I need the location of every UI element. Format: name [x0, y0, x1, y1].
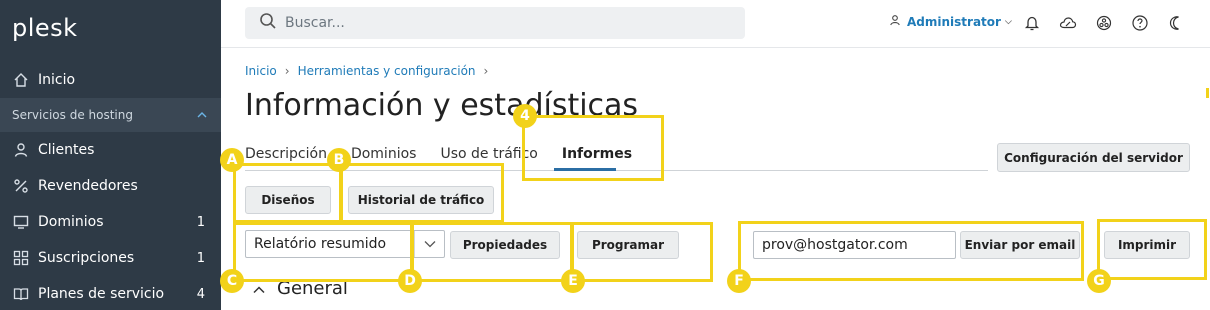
annotation-badge-f: F: [727, 269, 751, 293]
home-icon: [12, 71, 30, 89]
server-config-button[interactable]: Configuración del servidor: [997, 143, 1190, 172]
search-input[interactable]: Buscar...: [245, 7, 745, 39]
annotation-badge-g: G: [1087, 269, 1111, 293]
sidebar-item-revendedores[interactable]: Revendedores: [0, 168, 221, 204]
annotation-box-a: [233, 163, 342, 223]
book-icon: [12, 285, 30, 303]
chevron-right-icon: ›: [284, 64, 290, 78]
breadcrumb-link-inicio[interactable]: Inicio: [245, 64, 277, 78]
cloud-icon[interactable]: [1058, 13, 1078, 33]
plesk-logo[interactable]: plesk: [12, 14, 78, 42]
annotation-box-d: [411, 222, 573, 282]
app-window: plesk Inicio Servicios de hosting Client…: [0, 0, 1210, 310]
sidebar-item-label: Inicio: [38, 72, 76, 88]
annotation-badge-4: 4: [513, 104, 537, 128]
sidebar-item-count: 4: [196, 286, 205, 302]
sidebar-item-label: Dominios: [38, 214, 104, 230]
annotation-badge-d: D: [398, 269, 422, 293]
annotation-box-g: [1097, 219, 1207, 280]
annotation-mark: [1206, 88, 1209, 98]
chevron-down-icon: ⌵: [1004, 16, 1012, 27]
sidebar-item-home[interactable]: Inicio: [0, 62, 221, 98]
tab-dominios[interactable]: Dominios: [351, 146, 417, 162]
help-icon[interactable]: [1130, 13, 1150, 33]
sidebar-item-label: Clientes: [38, 142, 95, 158]
search-icon: [259, 12, 277, 34]
user-icon: [12, 141, 30, 159]
topbar: Buscar... Administrator ⌵: [221, 0, 1210, 48]
annotation-badge-b: B: [327, 148, 351, 172]
sidebar-section-hosting[interactable]: Servicios de hosting: [0, 98, 221, 132]
notifications-icon[interactable]: [1022, 13, 1042, 33]
percent-icon: [12, 177, 30, 195]
annotation-box-4: [522, 115, 664, 181]
sidebar-item-planes[interactable]: Planes de servicio 4: [0, 276, 221, 310]
grid-icon: [12, 249, 30, 267]
search-placeholder: Buscar...: [285, 15, 345, 31]
annotation-badge-e: E: [561, 269, 585, 293]
sidebar-item-dominios[interactable]: Dominios 1: [0, 204, 221, 240]
user-name: Administrator: [907, 14, 1001, 29]
annotation-box-c: [233, 222, 413, 282]
user-icon: [889, 14, 901, 29]
sidebar-section-label: Servicios de hosting: [12, 108, 133, 122]
annotation-box-f: [738, 221, 1084, 281]
sidebar-item-clientes[interactable]: Clientes: [0, 132, 221, 168]
user-menu[interactable]: Administrator ⌵: [889, 14, 1012, 29]
annotation-box-b: [340, 163, 504, 223]
chevron-up-icon: [197, 108, 207, 122]
annotation-box-e: [571, 222, 713, 282]
annotation-badge-a: A: [220, 148, 244, 172]
extensions-icon[interactable]: [1094, 13, 1114, 33]
chevron-right-icon: ›: [483, 64, 489, 78]
annotation-badge-c: C: [220, 269, 244, 293]
sidebar: plesk Inicio Servicios de hosting Client…: [0, 0, 221, 310]
sidebar-item-count: 1: [196, 214, 205, 230]
sidebar-item-suscripciones[interactable]: Suscripciones 1: [0, 240, 221, 276]
sidebar-item-count: 1: [196, 250, 205, 266]
sidebar-item-label: Planes de servicio: [38, 286, 165, 302]
monitor-icon: [12, 213, 30, 231]
breadcrumb: Inicio › Herramientas y configuración ›: [245, 64, 488, 78]
sidebar-item-label: Revendedores: [38, 178, 138, 194]
breadcrumb-link-tools[interactable]: Herramientas y configuración: [298, 64, 476, 78]
tab-descripcion[interactable]: Descripción: [245, 146, 327, 162]
sidebar-item-label: Suscripciones: [38, 250, 135, 266]
dark-mode-icon[interactable]: [1166, 13, 1186, 33]
